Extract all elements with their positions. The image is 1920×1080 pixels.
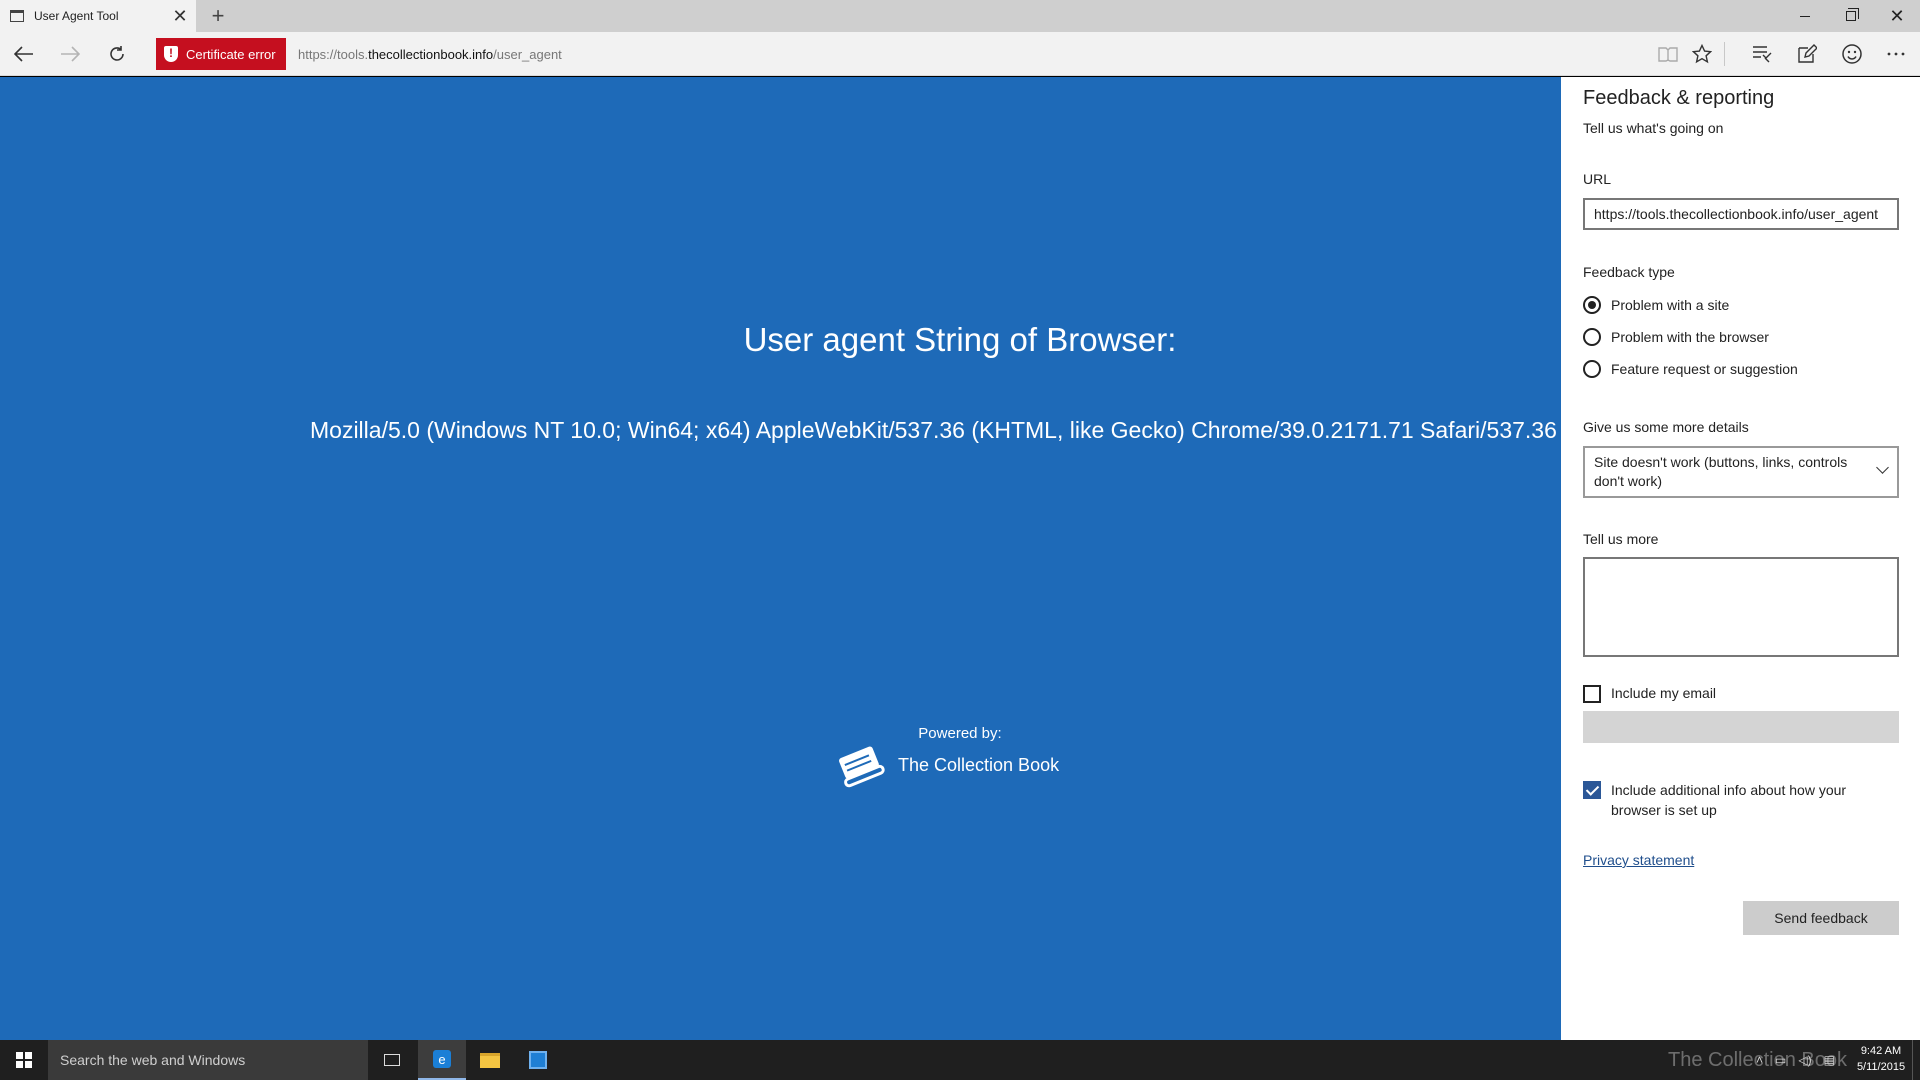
system-tray[interactable]: ˄ ▭ ◁) ▤	[1750, 1040, 1841, 1080]
store-icon	[529, 1051, 547, 1069]
user-agent-string: Mozilla/5.0 (Windows NT 10.0; Win64; x64…	[310, 417, 1561, 443]
file-explorer-button[interactable]	[466, 1040, 514, 1080]
book-icon	[839, 746, 885, 788]
brand-name: The Collection Book	[898, 754, 1060, 775]
certificate-error-badge[interactable]: Certificate error	[156, 38, 286, 70]
radio-feature-request[interactable]: Feature request or suggestion	[1583, 360, 1798, 378]
feedback-url-input[interactable]: https://tools.thecollectionbook.info/use…	[1583, 198, 1899, 230]
clock-time: 9:42 AM	[1860, 1045, 1902, 1057]
chevron-up-icon[interactable]: ˄	[1756, 1053, 1763, 1067]
more-button[interactable]	[1874, 32, 1918, 76]
powered-by-label: Powered by:	[918, 725, 1002, 742]
refresh-icon	[110, 46, 124, 61]
forward-button[interactable]	[48, 32, 92, 76]
new-tab-button[interactable]: +	[204, 0, 232, 32]
radio-button[interactable]	[1583, 360, 1601, 378]
hub-icon	[1753, 46, 1772, 63]
radio-problem-with-site[interactable]: Problem with a site	[1583, 296, 1729, 314]
hub-button[interactable]	[1740, 32, 1784, 76]
edge-taskbar-button[interactable]: e	[418, 1040, 466, 1080]
star-icon	[1692, 44, 1712, 64]
page-heading: User agent String of Browser:	[743, 321, 1177, 358]
include-info-label: Include additional info about how your b…	[1611, 782, 1847, 818]
action-center-icon[interactable]: ▤	[1824, 1053, 1835, 1067]
start-button[interactable]	[0, 1040, 48, 1080]
tab-user-agent-tool[interactable]: User Agent Tool ✕	[0, 0, 196, 32]
privacy-statement-link[interactable]: Privacy statement	[1583, 852, 1694, 868]
favorite-button[interactable]	[1680, 32, 1724, 76]
panel-subtitle: Tell us what's going on	[1583, 120, 1724, 136]
task-view-icon	[384, 1054, 400, 1066]
radio-label: Problem with the browser	[1611, 329, 1769, 345]
include-info-checkbox[interactable]	[1583, 781, 1601, 799]
toolbar-divider	[1724, 42, 1725, 66]
feedback-panel: Feedback & reporting Tell us what's goin…	[1561, 77, 1920, 1040]
edge-icon: e	[433, 1050, 451, 1068]
title-bar: User Agent Tool ✕ + ✕	[0, 0, 1920, 32]
restore-icon	[1846, 8, 1859, 21]
clock-date: 5/11/2015	[1856, 1061, 1906, 1073]
web-note-button[interactable]	[1785, 32, 1829, 76]
tab-title: User Agent Tool	[34, 9, 119, 23]
include-email-option[interactable]: Include my email	[1583, 685, 1716, 703]
brand-link[interactable]: The Collection Book	[834, 741, 1059, 789]
certificate-error-label: Certificate error	[186, 46, 276, 62]
folder-icon	[480, 1052, 500, 1068]
web-note-icon	[1798, 44, 1817, 63]
radio-button[interactable]	[1583, 328, 1601, 346]
include-email-label: Include my email	[1611, 685, 1717, 701]
url-field[interactable]: https://tools. thecollectionbook.info/use…	[298, 32, 562, 76]
details-dropdown[interactable]: Site doesn't work (buttons, links, contr…	[1583, 446, 1899, 498]
panel-title: Feedback & reporting	[1583, 87, 1775, 109]
store-button[interactable]	[514, 1040, 562, 1080]
send-feedback-button[interactable]: Send feedback	[1743, 901, 1899, 935]
reading-view-icon	[1658, 47, 1678, 62]
address-bar: Certificate error https://tools.thecolle…	[0, 32, 1920, 76]
taskbar: Search the web and Windows e The Collect…	[0, 1040, 1920, 1080]
more-icon	[1887, 52, 1905, 56]
shield-icon	[164, 46, 178, 62]
radio-button[interactable]	[1583, 296, 1601, 314]
feedback-button[interactable]	[1830, 32, 1874, 76]
taskbar-search[interactable]: Search the web and Windows	[48, 1040, 368, 1080]
feedback-type-label: Feedback type	[1583, 264, 1675, 280]
url-scheme: https://tools.	[298, 46, 369, 62]
include-info-option[interactable]: Include additional info about how your b…	[1583, 780, 1899, 820]
minimize-button[interactable]	[1782, 0, 1828, 32]
volume-icon[interactable]: ◁)	[1798, 1053, 1811, 1067]
details-selected-value: Site doesn't work (buttons, links, contr…	[1594, 454, 1848, 489]
chevron-down-icon	[1876, 461, 1889, 474]
back-arrow-icon	[14, 46, 33, 62]
close-window-button[interactable]: ✕	[1874, 0, 1920, 32]
radio-label: Problem with a site	[1611, 297, 1730, 313]
page-icon	[10, 10, 24, 22]
network-icon[interactable]: ▭	[1775, 1053, 1786, 1067]
restore-button[interactable]	[1828, 0, 1874, 32]
windows-logo-icon	[16, 1052, 32, 1068]
url-label: URL	[1583, 171, 1612, 187]
url-host: thecollectionbook.info	[368, 46, 494, 62]
radio-label: Feature request or suggestion	[1611, 361, 1798, 377]
radio-problem-with-browser[interactable]: Problem with the browser	[1583, 328, 1769, 346]
details-label: Give us some more details	[1583, 419, 1749, 435]
show-desktop-button[interactable]	[1912, 1040, 1920, 1080]
include-email-checkbox[interactable]	[1583, 685, 1601, 703]
smiley-icon	[1842, 44, 1862, 64]
web-content: User agent String of Browser: Mozilla/5.…	[0, 77, 1561, 1040]
refresh-button[interactable]	[95, 32, 139, 76]
email-field	[1583, 711, 1899, 743]
close-tab-icon[interactable]: ✕	[164, 0, 196, 32]
url-path: /user_agent	[493, 46, 562, 62]
task-view-button[interactable]	[368, 1040, 416, 1080]
clock[interactable]: 9:42 AM 5/11/2015	[1850, 1043, 1912, 1075]
minimize-icon	[1800, 15, 1810, 17]
back-button[interactable]	[2, 32, 46, 76]
forward-arrow-icon	[61, 46, 80, 62]
tell-us-more-label: Tell us more	[1583, 531, 1659, 547]
tell-us-more-textarea[interactable]	[1583, 557, 1899, 657]
